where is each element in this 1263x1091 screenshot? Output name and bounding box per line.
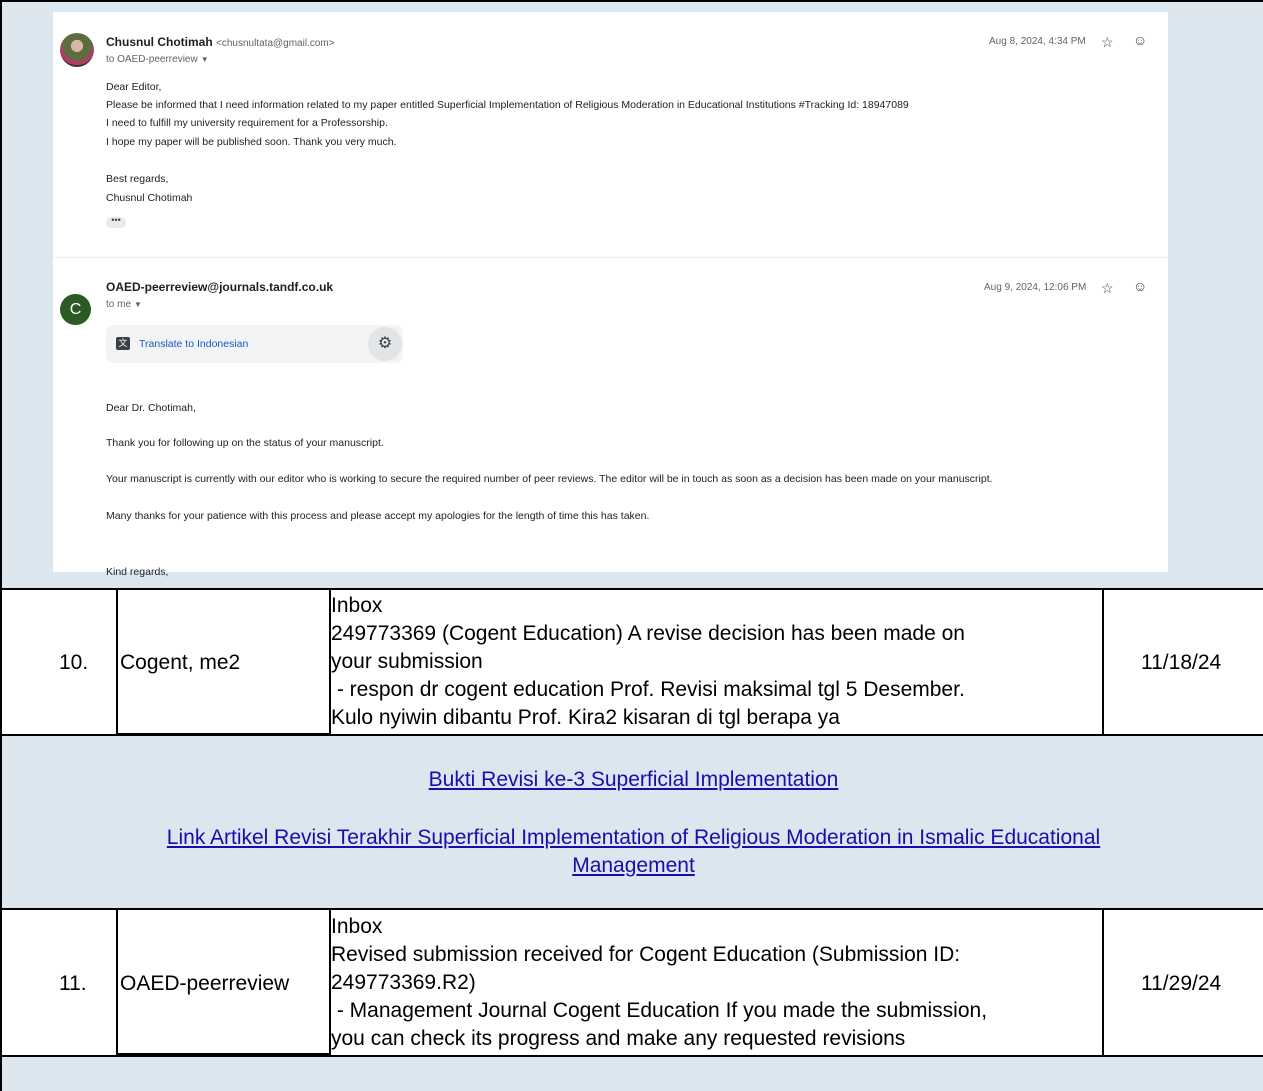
sender-line: Chusnul Chotimah <chusnultata@gmail.com> [106,35,335,49]
recipient-text: to me [106,299,132,310]
row-number: 11. [59,972,87,995]
email-screenshot: Chusnul Chotimah <chusnultata@gmail.com>… [0,0,1263,588]
chevron-down-icon[interactable]: ▼ [201,55,209,64]
subject-line: Revised submission received for Cogent E… [331,943,961,966]
body-line: Thank you for following up on the status… [106,437,384,449]
body-line: Dear Dr. Chotimah, [106,402,196,414]
show-trimmed-content-button[interactable]: ••• [106,216,126,228]
emoji-reaction-icon[interactable]: ☺ [1133,278,1147,294]
subject-line: Kulo nyiwin dibantu Prof. Kira2 kisaran … [331,706,840,729]
subject-line: - Management Journal Cogent Education If… [331,999,988,1022]
recipient-text: to OAED-peerreview [106,54,198,65]
subject-line: you can check its progress and make any … [331,1027,906,1050]
row-from: OAED-peerreview [120,972,290,995]
avatar: C [60,294,91,325]
body-line: Kind regards, [106,566,169,578]
article-link-line2[interactable]: Management [2,852,1263,880]
subject-line: 249773369.R2) [331,971,476,994]
avatar [60,33,94,67]
row-number: 10. [59,651,89,674]
star-icon[interactable]: ☆ [1101,280,1114,297]
next-section [0,1055,1263,1091]
translate-bar: 文 Translate to Indonesian ⚙ [106,325,403,363]
email-message: C OAED-peerreview@journals.tandf.co.uk t… [53,257,1168,578]
row-date: 11/18/24 [1141,651,1222,674]
row-subject: Inbox Revised submission received for Co… [331,913,1101,1053]
subject-line: your submission [331,650,483,673]
body-line: Please be informed that I need informati… [106,99,909,111]
body-line: Chusnul Chotimah [106,192,193,204]
star-icon[interactable]: ☆ [1101,34,1114,51]
table-row: 11. OAED-peerreview Inbox Revised submis… [0,908,1263,1055]
sender-email: <chusnultata@gmail.com> [216,38,335,49]
recipient-line[interactable]: to me ▼ [106,299,142,310]
body-line: I hope my paper will be published soon. … [106,136,397,148]
chevron-down-icon[interactable]: ▼ [134,300,142,309]
article-link-line1[interactable]: Link Artikel Revisi Terakhir Superficial… [2,824,1263,852]
subject-line: 249773369 (Cogent Education) A revise de… [331,622,965,645]
subject-line: - respon dr cogent education Prof. Revis… [331,678,965,701]
sender-name: Chusnul Chotimah [106,35,213,49]
email-thread: Chusnul Chotimah <chusnultata@gmail.com>… [53,12,1168,578]
translate-link[interactable]: Translate to Indonesian [139,338,248,350]
row-from: Cogent, me2 [120,651,241,674]
row-date: 11/29/24 [1141,972,1222,995]
table-cell-border [1102,910,1104,1055]
body-line: Best regards, [106,173,169,185]
table-cell-border [1102,590,1104,735]
recipient-line[interactable]: to OAED-peerreview ▼ [106,54,209,65]
body-line: Your manuscript is currently with our ed… [106,473,993,485]
table-row: 10. Cogent, me2 Inbox 249773369 (Cogent … [0,588,1263,735]
translate-icon: 文 [116,337,130,350]
links-section: Bukti Revisi ke-3 Superficial Implementa… [0,734,1263,908]
body-line: Many thanks for your patience with this … [106,510,650,522]
body-line: I need to fulfill my university requirem… [106,117,388,129]
sender-line: OAED-peerreview@journals.tandf.co.uk [106,280,333,294]
emoji-reaction-icon[interactable]: ☺ [1133,32,1147,48]
email-message: Chusnul Chotimah <chusnultata@gmail.com>… [53,12,1168,257]
sender-name: OAED-peerreview@journals.tandf.co.uk [106,280,334,294]
revision-proof-link[interactable]: Bukti Revisi ke-3 Superficial Implementa… [2,766,1263,794]
subject-line: Inbox [331,594,383,617]
subject-line: Inbox [331,915,383,938]
row-subject: Inbox 249773369 (Cogent Education) A rev… [331,592,1101,732]
body-line: Dear Editor, [106,81,162,93]
gear-icon[interactable]: ⚙ [368,327,402,361]
message-date: Aug 9, 2024, 12:06 PM [984,282,1087,293]
message-date: Aug 8, 2024, 4:34 PM [989,36,1086,47]
